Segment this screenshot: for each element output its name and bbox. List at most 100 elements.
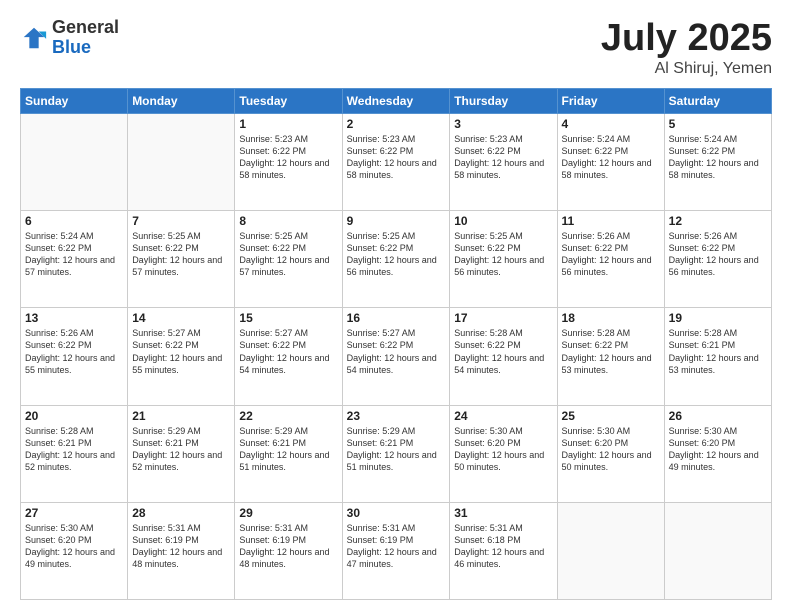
- day-number: 8: [239, 214, 337, 228]
- table-row: 15 Sunrise: 5:27 AMSunset: 6:22 PMDayligh…: [235, 308, 342, 405]
- col-tuesday: Tuesday: [235, 88, 342, 113]
- table-row: 30Sunrise: 5:31 AMSunset: 6:19 PMDayligh…: [342, 502, 450, 599]
- day-number: 2: [347, 117, 446, 131]
- table-row: 19Sunrise: 5:28 AMSunset: 6:21 PMDayligh…: [664, 308, 771, 405]
- day-number: 10: [454, 214, 552, 228]
- table-row: 26Sunrise: 5:30 AMSunset: 6:20 PMDayligh…: [664, 405, 771, 502]
- table-row: 27 Sunrise: 5:30 AMSunset: 6:20 PMDayligh…: [21, 502, 128, 599]
- day-info: Sunrise: 5:31 AMSunset: 6:19 PMDaylight:…: [239, 522, 337, 571]
- day-number: 18: [562, 311, 660, 325]
- table-row: 18 Sunrise: 5:28 AMSunset: 6:22 PMDayligh…: [557, 308, 664, 405]
- table-row: [664, 502, 771, 599]
- page: General Blue July 2025 Al Shiruj, Yemen …: [0, 0, 792, 612]
- title-month: July 2025: [601, 18, 772, 60]
- col-sunday: Sunday: [21, 88, 128, 113]
- day-info: Sunrise: 5:31 AMSunset: 6:19 PMDaylight:…: [347, 522, 446, 571]
- logo: General Blue: [20, 18, 119, 58]
- col-thursday: Thursday: [450, 88, 557, 113]
- day-info: Sunrise: 5:23 AMSunset: 6:22 PMDaylight:…: [347, 133, 446, 182]
- day-number: 5: [669, 117, 767, 131]
- table-row: 11Sunrise: 5:26 AMSunset: 6:22 PMDayligh…: [557, 211, 664, 308]
- table-row: 24 Sunrise: 5:30 AMSunset: 6:20 PMDayligh…: [450, 405, 557, 502]
- table-row: 25 Sunrise: 5:30 AMSunset: 6:20 PMDayligh…: [557, 405, 664, 502]
- day-info: Sunrise: 5:23 AMSunset: 6:22 PMDaylight:…: [454, 133, 552, 182]
- table-row: 12 Sunrise: 5:26 AMSunset: 6:22 PMDayligh…: [664, 211, 771, 308]
- table-row: 9Sunrise: 5:25 AMSunset: 6:22 PMDaylight…: [342, 211, 450, 308]
- logo-general-text: General: [52, 18, 119, 38]
- table-row: 3 Sunrise: 5:23 AMSunset: 6:22 PMDaylight…: [450, 113, 557, 210]
- day-info: Sunrise: 5:28 AMSunset: 6:21 PMDaylight:…: [25, 425, 123, 474]
- day-number: 6: [25, 214, 123, 228]
- title-block: July 2025 Al Shiruj, Yemen: [601, 18, 772, 78]
- table-row: 20 Sunrise: 5:28 AMSunset: 6:21 PMDayligh…: [21, 405, 128, 502]
- table-row: 10 Sunrise: 5:25 AMSunset: 6:22 PMDayligh…: [450, 211, 557, 308]
- col-friday: Friday: [557, 88, 664, 113]
- header: General Blue July 2025 Al Shiruj, Yemen: [20, 18, 772, 78]
- day-number: 27: [25, 506, 123, 520]
- col-monday: Monday: [128, 88, 235, 113]
- day-info: Sunrise: 5:28 AMSunset: 6:22 PMDaylight:…: [562, 327, 660, 376]
- day-info: Sunrise: 5:27 AMSunset: 6:22 PMDaylight:…: [132, 327, 230, 376]
- day-info: Sunrise: 5:28 AMSunset: 6:21 PMDaylight:…: [669, 327, 767, 376]
- day-info: Sunrise: 5:25 AMSunset: 6:22 PMDaylight:…: [347, 230, 446, 279]
- table-row: 23 Sunrise: 5:29 AMSunset: 6:21 PMDayligh…: [342, 405, 450, 502]
- day-info: Sunrise: 5:26 AMSunset: 6:22 PMDaylight:…: [669, 230, 767, 279]
- day-info: Sunrise: 5:30 AMSunset: 6:20 PMDaylight:…: [454, 425, 552, 474]
- day-number: 11: [562, 214, 660, 228]
- day-number: 24: [454, 409, 552, 423]
- table-row: 4 Sunrise: 5:24 AMSunset: 6:22 PMDaylight…: [557, 113, 664, 210]
- table-row: 13 Sunrise: 5:26 AMSunset: 6:22 PMDayligh…: [21, 308, 128, 405]
- table-row: 5Sunrise: 5:24 AMSunset: 6:22 PMDaylight…: [664, 113, 771, 210]
- day-number: 20: [25, 409, 123, 423]
- day-info: Sunrise: 5:26 AMSunset: 6:22 PMDaylight:…: [25, 327, 123, 376]
- title-location: Al Shiruj, Yemen: [601, 60, 772, 78]
- table-row: 28 Sunrise: 5:31 AMSunset: 6:19 PMDayligh…: [128, 502, 235, 599]
- day-info: Sunrise: 5:25 AMSunset: 6:22 PMDaylight:…: [239, 230, 337, 279]
- table-row: 8 Sunrise: 5:25 AMSunset: 6:22 PMDaylight…: [235, 211, 342, 308]
- table-row: 29 Sunrise: 5:31 AMSunset: 6:19 PMDayligh…: [235, 502, 342, 599]
- day-number: 25: [562, 409, 660, 423]
- table-row: 14 Sunrise: 5:27 AMSunset: 6:22 PMDayligh…: [128, 308, 235, 405]
- day-info: Sunrise: 5:24 AMSunset: 6:22 PMDaylight:…: [562, 133, 660, 182]
- table-row: [21, 113, 128, 210]
- day-info: Sunrise: 5:29 AMSunset: 6:21 PMDaylight:…: [347, 425, 446, 474]
- day-number: 16: [347, 311, 446, 325]
- day-info: Sunrise: 5:23 AMSunset: 6:22 PMDaylight:…: [239, 133, 337, 182]
- day-info: Sunrise: 5:25 AMSunset: 6:22 PMDaylight:…: [454, 230, 552, 279]
- day-number: 14: [132, 311, 230, 325]
- day-number: 4: [562, 117, 660, 131]
- table-row: [557, 502, 664, 599]
- day-info: Sunrise: 5:31 AMSunset: 6:19 PMDaylight:…: [132, 522, 230, 571]
- day-number: 7: [132, 214, 230, 228]
- day-info: Sunrise: 5:25 AMSunset: 6:22 PMDaylight:…: [132, 230, 230, 279]
- table-row: 31Sunrise: 5:31 AMSunset: 6:18 PMDayligh…: [450, 502, 557, 599]
- col-saturday: Saturday: [664, 88, 771, 113]
- logo-blue-text: Blue: [52, 38, 119, 58]
- day-number: 17: [454, 311, 552, 325]
- day-number: 12: [669, 214, 767, 228]
- day-info: Sunrise: 5:30 AMSunset: 6:20 PMDaylight:…: [562, 425, 660, 474]
- day-info: Sunrise: 5:30 AMSunset: 6:20 PMDaylight:…: [25, 522, 123, 571]
- table-row: [128, 113, 235, 210]
- day-number: 29: [239, 506, 337, 520]
- calendar-header-row: Sunday Monday Tuesday Wednesday Thursday…: [21, 88, 772, 113]
- day-info: Sunrise: 5:27 AMSunset: 6:22 PMDaylight:…: [239, 327, 337, 376]
- day-number: 1: [239, 117, 337, 131]
- day-number: 3: [454, 117, 552, 131]
- day-number: 13: [25, 311, 123, 325]
- table-row: 22Sunrise: 5:29 AMSunset: 6:21 PMDayligh…: [235, 405, 342, 502]
- day-info: Sunrise: 5:28 AMSunset: 6:22 PMDaylight:…: [454, 327, 552, 376]
- table-row: 17 Sunrise: 5:28 AMSunset: 6:22 PMDayligh…: [450, 308, 557, 405]
- day-info: Sunrise: 5:29 AMSunset: 6:21 PMDaylight:…: [239, 425, 337, 474]
- day-number: 15: [239, 311, 337, 325]
- day-number: 28: [132, 506, 230, 520]
- day-number: 31: [454, 506, 552, 520]
- calendar-week-row: 20 Sunrise: 5:28 AMSunset: 6:21 PMDayligh…: [21, 405, 772, 502]
- logo-text: General Blue: [52, 18, 119, 58]
- calendar-week-row: 6Sunrise: 5:24 AMSunset: 6:22 PMDaylight…: [21, 211, 772, 308]
- table-row: 21Sunrise: 5:29 AMSunset: 6:21 PMDayligh…: [128, 405, 235, 502]
- table-row: 2 Sunrise: 5:23 AMSunset: 6:22 PMDaylight…: [342, 113, 450, 210]
- day-number: 21: [132, 409, 230, 423]
- day-number: 23: [347, 409, 446, 423]
- logo-icon: [20, 24, 48, 52]
